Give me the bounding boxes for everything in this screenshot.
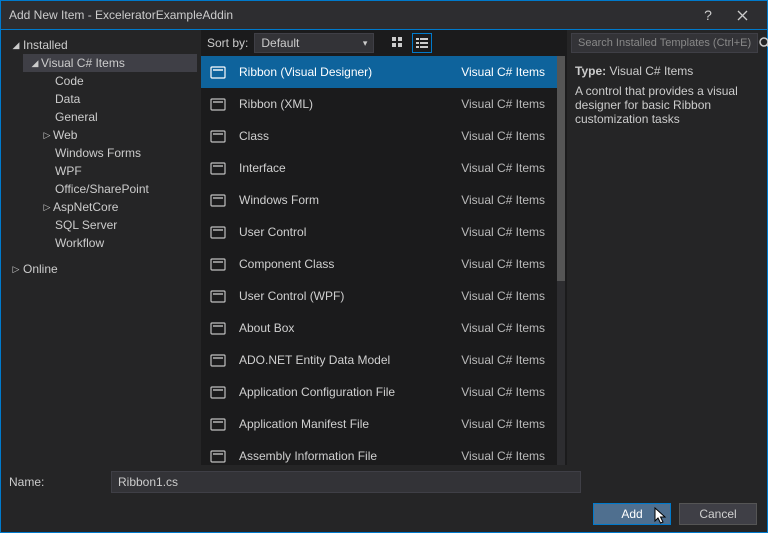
template-category: Visual C# Items — [461, 385, 549, 399]
scrollbar-thumb[interactable] — [557, 56, 565, 281]
close-button[interactable] — [725, 1, 759, 29]
sidebar: ◢ Installed ◢ Visual C# Items Code Data … — [1, 30, 201, 465]
template-item[interactable]: Application Configuration File Visual C# … — [201, 376, 557, 408]
sidebar-item-wpf[interactable]: WPF — [23, 162, 197, 180]
template-icon — [209, 287, 229, 305]
template-label: Application Manifest File — [239, 417, 451, 431]
add-button[interactable]: Add — [593, 503, 671, 525]
search-placeholder: Search Installed Templates (Ctrl+E) — [578, 37, 751, 49]
template-item[interactable]: Windows Form Visual C# Items — [201, 184, 557, 216]
chevron-down-icon: ◢ — [9, 40, 23, 51]
window-title: Add New Item - ExceleratorExampleAddin — [9, 8, 691, 22]
template-icon — [209, 383, 229, 401]
sidebar-item-web[interactable]: ▷Web — [23, 126, 197, 144]
template-category: Visual C# Items — [461, 97, 549, 111]
template-label: ADO.NET Entity Data Model — [239, 353, 451, 367]
sidebar-item-aspnetcore[interactable]: ▷AspNetCore — [23, 198, 197, 216]
template-category: Visual C# Items — [461, 65, 549, 79]
template-icon — [209, 223, 229, 241]
template-category: Visual C# Items — [461, 353, 549, 367]
template-label: Ribbon (Visual Designer) — [239, 65, 451, 79]
template-category: Visual C# Items — [461, 417, 549, 431]
sidebar-root-category[interactable]: ◢ Visual C# Items — [23, 54, 197, 72]
template-label: Windows Form — [239, 193, 451, 207]
template-icon — [209, 447, 229, 465]
template-icon — [209, 63, 229, 81]
chevron-right-icon: ▷ — [9, 264, 23, 275]
template-item[interactable]: Ribbon (XML) Visual C# Items — [201, 88, 557, 120]
chevron-down-icon: ◢ — [29, 58, 41, 69]
chevron-down-icon: ▾ — [363, 38, 368, 49]
template-item[interactable]: Ribbon (Visual Designer) Visual C# Items — [201, 56, 557, 88]
template-label: Class — [239, 129, 451, 143]
sidebar-item-office[interactable]: Office/SharePoint — [23, 180, 197, 198]
template-icon — [209, 255, 229, 273]
template-category: Visual C# Items — [461, 321, 549, 335]
sidebar-item-workflow[interactable]: Workflow — [23, 234, 197, 252]
template-item[interactable]: User Control (WPF) Visual C# Items — [201, 280, 557, 312]
sidebar-installed[interactable]: ◢ Installed — [5, 36, 197, 54]
template-label: Interface — [239, 161, 451, 175]
scrollbar[interactable] — [557, 56, 565, 465]
template-category: Visual C# Items — [461, 449, 549, 463]
template-label: User Control — [239, 225, 451, 239]
template-icon — [209, 319, 229, 337]
detail-type-value: Visual C# Items — [609, 64, 693, 78]
view-medium-icons[interactable] — [388, 33, 408, 53]
template-category: Visual C# Items — [461, 129, 549, 143]
template-category: Visual C# Items — [461, 257, 549, 271]
cancel-button[interactable]: Cancel — [679, 503, 757, 525]
chevron-right-icon: ▷ — [41, 130, 53, 141]
sidebar-item-sqlserver[interactable]: SQL Server — [23, 216, 197, 234]
sidebar-online[interactable]: ▷ Online — [5, 260, 197, 278]
template-category: Visual C# Items — [461, 161, 549, 175]
template-label: Application Configuration File — [239, 385, 451, 399]
template-label: User Control (WPF) — [239, 289, 451, 303]
detail-description: A control that provides a visual designe… — [575, 84, 759, 126]
chevron-right-icon: ▷ — [41, 202, 53, 213]
template-category: Visual C# Items — [461, 289, 549, 303]
template-item[interactable]: Application Manifest File Visual C# Items — [201, 408, 557, 440]
template-icon — [209, 415, 229, 433]
sortby-label: Sort by: — [207, 36, 248, 50]
detail-type-label: Type: — [575, 64, 606, 78]
template-item[interactable]: ADO.NET Entity Data Model Visual C# Items — [201, 344, 557, 376]
template-label: About Box — [239, 321, 451, 335]
template-icon — [209, 159, 229, 177]
template-icon — [209, 191, 229, 209]
template-label: Ribbon (XML) — [239, 97, 451, 111]
template-item[interactable]: Assembly Information File Visual C# Items — [201, 440, 557, 465]
sidebar-item-winforms[interactable]: Windows Forms — [23, 144, 197, 162]
sidebar-item-general[interactable]: General — [23, 108, 197, 126]
template-item[interactable]: Class Visual C# Items — [201, 120, 557, 152]
right-panel: Search Installed Templates (Ctrl+E) ▾ Ty… — [567, 30, 767, 465]
template-item[interactable]: About Box Visual C# Items — [201, 312, 557, 344]
sortby-select[interactable]: Default ▾ — [254, 33, 374, 53]
template-icon — [209, 95, 229, 113]
sidebar-item-data[interactable]: Data — [23, 90, 197, 108]
sidebar-item-code[interactable]: Code — [23, 72, 197, 90]
titlebar: Add New Item - ExceleratorExampleAddin ? — [0, 0, 768, 30]
help-button[interactable]: ? — [691, 1, 725, 29]
template-label: Component Class — [239, 257, 451, 271]
template-category: Visual C# Items — [461, 225, 549, 239]
template-icon — [209, 127, 229, 145]
template-category: Visual C# Items — [461, 193, 549, 207]
view-details[interactable] — [412, 33, 432, 53]
name-label: Name: — [9, 475, 105, 489]
template-icon — [209, 351, 229, 369]
template-item[interactable]: Component Class Visual C# Items — [201, 248, 557, 280]
template-label: Assembly Information File — [239, 449, 451, 463]
search-input[interactable]: Search Installed Templates (Ctrl+E) — [571, 33, 758, 53]
name-input[interactable] — [111, 471, 581, 493]
template-list[interactable]: Ribbon (Visual Designer)Visual C# ItemsR… — [201, 56, 557, 465]
template-item[interactable]: Interface Visual C# Items — [201, 152, 557, 184]
search-icon[interactable]: ▾ — [758, 36, 768, 50]
center-toolbar: Sort by: Default ▾ — [201, 30, 567, 56]
template-item[interactable]: User Control Visual C# Items — [201, 216, 557, 248]
